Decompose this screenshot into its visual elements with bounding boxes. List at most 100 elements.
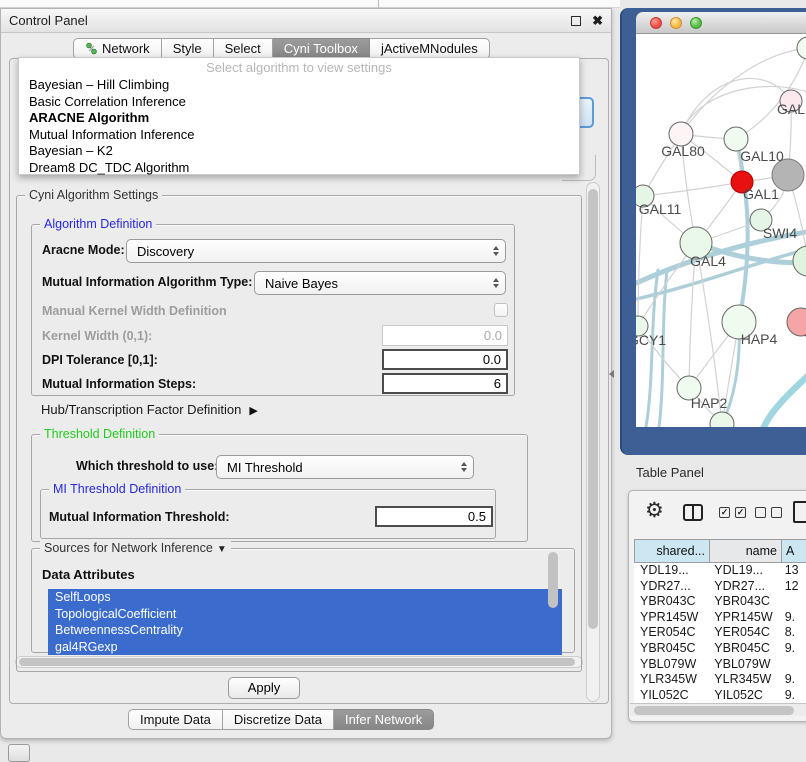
algorithm-option[interactable]: Bayesian – K2 (19, 143, 579, 160)
control-panel-title: Control Panel (9, 13, 88, 28)
table-column-header[interactable]: A (782, 539, 806, 563)
table-row[interactable]: YBR043CYBR043C (634, 594, 806, 610)
network-node-label: GAL4 (690, 253, 726, 269)
table-row[interactable]: YBL079WYBL079W (634, 657, 806, 673)
table-row[interactable]: YDR27...YDR27...12 (634, 579, 806, 595)
manual-kernel-width-checkbox[interactable] (494, 303, 508, 317)
data-attribute-item[interactable]: BetweennessCentrality (48, 622, 562, 639)
table-panel-title: Table Panel (636, 465, 704, 480)
close-window-icon[interactable] (650, 17, 662, 29)
network-edge[interactable] (643, 182, 742, 196)
collapse-down-icon[interactable]: ▼ (217, 544, 227, 555)
apply-button[interactable]: Apply (228, 677, 300, 699)
table-cell: YDR27... (634, 579, 708, 595)
algorithm-definition-title: Algorithm Definition (40, 217, 156, 231)
tab-cyni-toolbox[interactable]: Cyni Toolbox (273, 38, 370, 59)
table-row[interactable]: YLR345WYLR345W9. (634, 672, 806, 688)
network-node-label: GAL10 (740, 148, 784, 164)
manual-kernel-width-label: Manual Kernel Width Definition (42, 304, 227, 318)
network-node[interactable] (710, 412, 734, 427)
tab-label: Network (102, 39, 150, 58)
network-graph[interactable]: GALGAL80GAL10GAL1GAL11SWI4GAL4GCY1HAP4YH… (636, 34, 806, 427)
table-row[interactable]: YBR045CYBR045C9. (634, 641, 806, 657)
float-panel-icon[interactable] (571, 16, 581, 26)
data-attribute-item[interactable]: TopologicalCoefficient (48, 606, 562, 623)
close-panel-icon[interactable]: ✖ (592, 16, 603, 26)
expand-right-icon[interactable]: ▶ (249, 404, 257, 417)
algorithm-option[interactable]: Basic Correlation Inference (19, 94, 579, 111)
table-cell: 9. (779, 641, 806, 657)
network-node[interactable] (793, 246, 806, 276)
network-node-label: HAP2 (691, 395, 728, 411)
table-cell: YIL052C (708, 688, 778, 703)
zoom-window-icon[interactable] (690, 17, 702, 29)
tab-infer-network[interactable]: Infer Network (334, 709, 434, 730)
sources-title[interactable]: Sources for Network Inference▼ (40, 541, 231, 555)
table-row[interactable]: YER054CYER054C8. (634, 625, 806, 641)
network-edge[interactable] (736, 139, 748, 322)
hub-transcription-factor-section[interactable]: Hub/Transcription Factor Definition▶ (41, 402, 258, 417)
tab-label: Impute Data (140, 710, 211, 729)
table-cell: YDL19... (708, 563, 778, 579)
data-attribute-item[interactable]: SelfLoops (48, 589, 562, 606)
column-layout-icon[interactable] (683, 504, 703, 521)
mi-algorithm-type-select[interactable]: Naive Bayes (254, 271, 506, 295)
settings-gear-icon[interactable]: ⚙ (645, 500, 664, 521)
kernel-width-field[interactable]: 0.0 (382, 325, 508, 346)
aracne-mode-select[interactable]: Discovery (126, 239, 506, 263)
deselect-checks-icon[interactable] (755, 507, 782, 518)
algorithm-option[interactable]: Bayesian – Hill Climbing (19, 77, 579, 94)
tab-select[interactable]: Select (214, 38, 273, 59)
table-column-header[interactable]: name (710, 539, 782, 563)
network-node-label: GCY1 (636, 332, 666, 348)
algorithm-option[interactable]: Mutual Information Inference (19, 127, 579, 144)
select-all-checks-icon[interactable]: ✓✓ (719, 507, 746, 518)
algorithm-option[interactable]: ARACNE Algorithm (19, 110, 579, 127)
document-icon[interactable] (793, 501, 806, 523)
table-row[interactable]: YIL052CYIL052C9. (634, 688, 806, 703)
network-node-label: GAL1 (743, 186, 779, 202)
network-window-titlebar[interactable] (636, 12, 806, 34)
settings-vertical-scrollbar[interactable] (586, 182, 600, 702)
table-cell (779, 594, 806, 610)
algorithm-option[interactable]: Dream8 DC_TDC Algorithm (19, 160, 579, 177)
aracne-mode-label: Aracne Mode: (42, 243, 125, 257)
table-cell: YDR27... (708, 579, 778, 595)
table-cell: YIL052C (634, 688, 708, 703)
tab-discretize-data[interactable]: Discretize Data (223, 709, 334, 730)
attribute-list-scrollbar-thumb[interactable] (548, 552, 558, 608)
network-edge[interactable] (763, 372, 806, 427)
table-horizontal-scrollbar[interactable] (630, 703, 806, 716)
which-threshold-label: Which threshold to use: (76, 459, 218, 473)
table-row[interactable]: YDL19...YDL19...13 (634, 563, 806, 579)
vertical-scrollbar-thumb[interactable] (588, 189, 598, 629)
split-pane-collapse-icon[interactable] (609, 370, 614, 378)
dpi-tolerance-label: DPI Tolerance [0,1]: (42, 353, 158, 367)
table-column-header[interactable]: shared... (634, 539, 710, 563)
control-panel-tabs: Network StyleSelectCyni ToolboxjActiveMNo… (73, 38, 490, 59)
dpi-tolerance-field[interactable]: 0.0 (382, 349, 508, 370)
tab-impute-data[interactable]: Impute Data (128, 709, 223, 730)
table-panel-window: ⚙ ✓✓ shared...nameA YDL19...YDL19...13YD… (628, 490, 806, 722)
minimize-window-icon[interactable] (670, 17, 682, 29)
algorithm-dropdown-popup: Select algorithm to view settings Bayesi… (18, 57, 580, 175)
mi-steps-field[interactable]: 6 (382, 373, 508, 394)
control-panel-titlebar: Control Panel ✖ (1, 9, 611, 33)
network-canvas[interactable]: GALGAL80GAL10GAL1GAL11SWI4GAL4GCY1HAP4YH… (636, 34, 806, 427)
tab-label: Discretize Data (234, 710, 322, 729)
top-window-edge (0, 0, 620, 8)
table-scrollbar-thumb[interactable] (634, 706, 794, 715)
control-panel-window: Control Panel ✖ Network StyleSelectCyni T… (0, 8, 612, 739)
combo-arrows-icon (493, 246, 499, 256)
minimized-panel-button[interactable] (8, 744, 30, 762)
table-row[interactable]: YPR145WYPR145W9. (634, 610, 806, 626)
tab-style[interactable]: Style (162, 38, 214, 59)
mi-threshold-field[interactable]: 0.5 (375, 506, 493, 527)
which-threshold-select[interactable]: MI Threshold (216, 455, 474, 479)
tab-network[interactable]: Network (73, 38, 162, 59)
tab-jactivemnodules[interactable]: jActiveMNodules (370, 38, 490, 59)
network-node[interactable] (797, 37, 806, 59)
table-header-row: shared...nameA (634, 539, 806, 563)
table-cell: YBR043C (708, 594, 778, 610)
data-attribute-item[interactable]: gal4RGexp (48, 639, 562, 656)
